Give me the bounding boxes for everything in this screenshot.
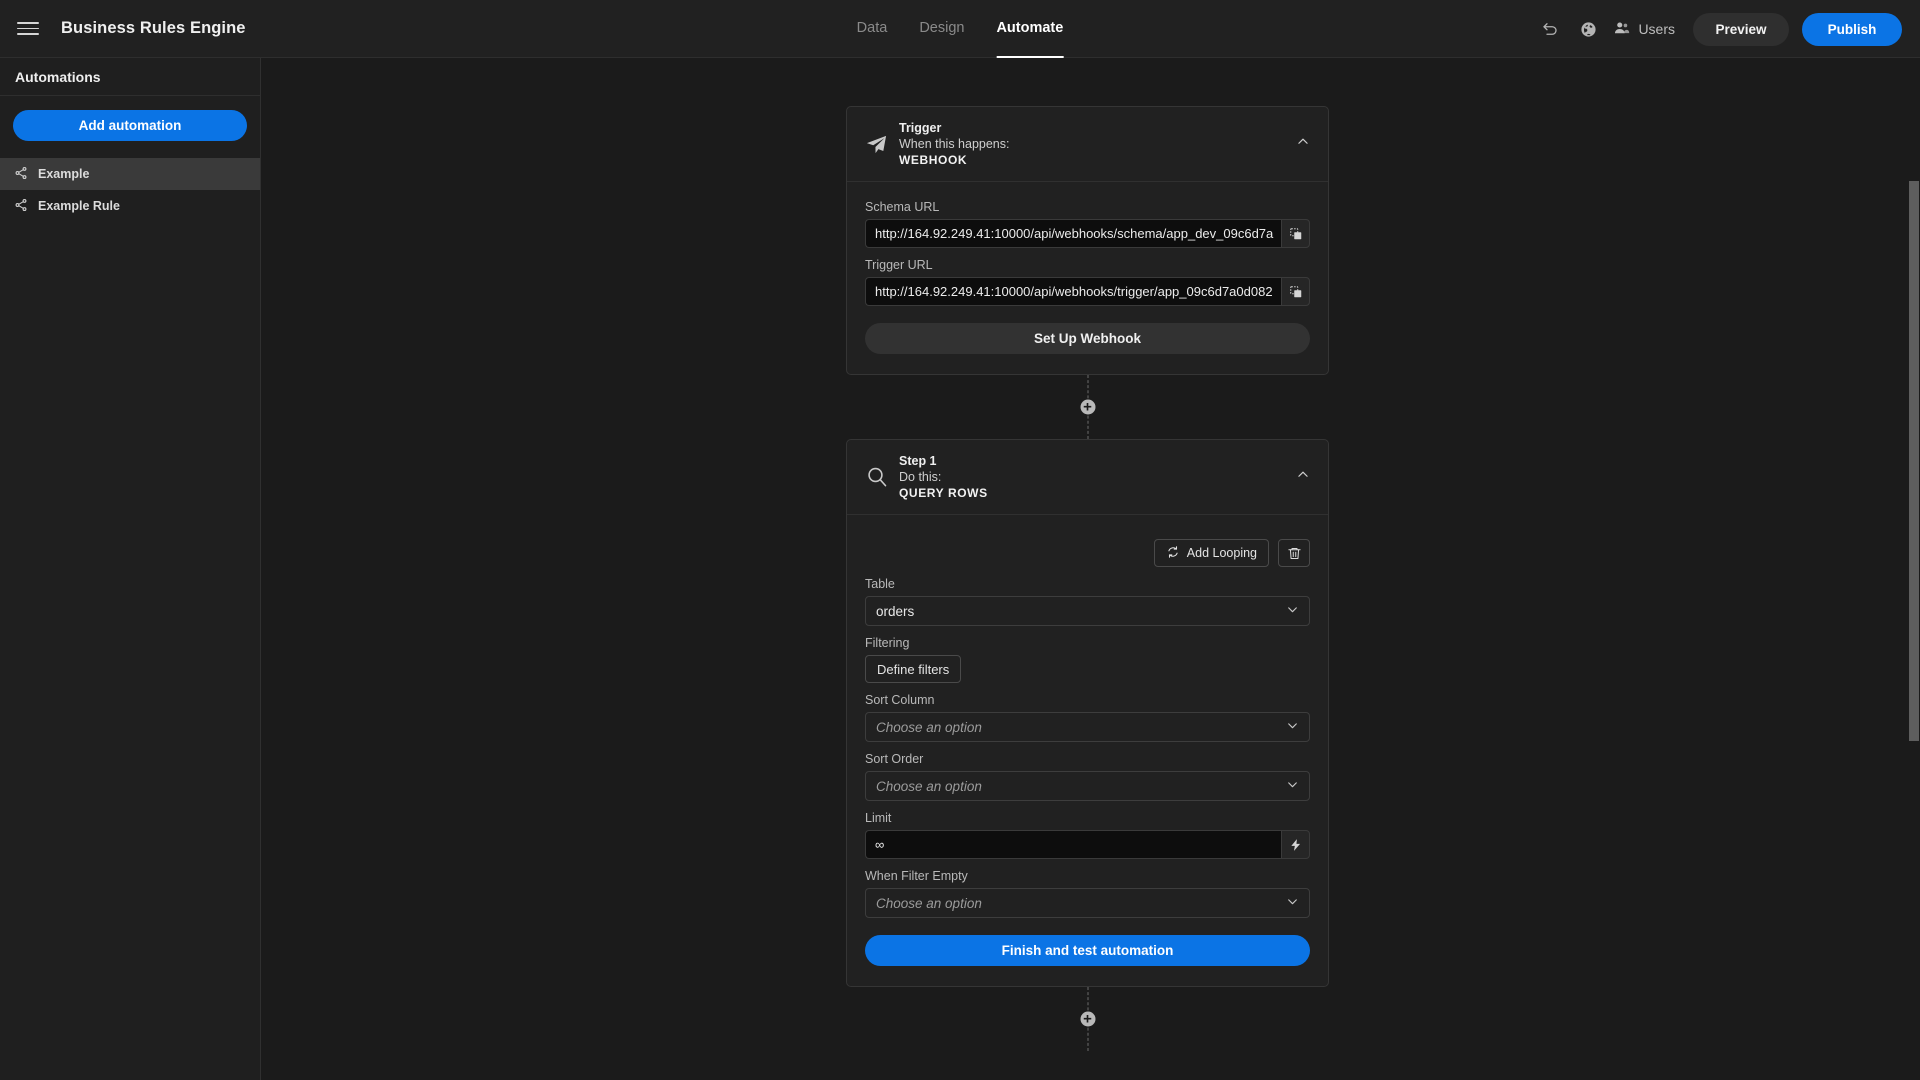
paper-plane-icon — [865, 133, 899, 156]
sort-column-label: Sort Column — [865, 693, 935, 707]
sort-order-label: Sort Order — [865, 752, 924, 766]
table-select-value: orders — [876, 603, 915, 619]
loop-icon — [1166, 545, 1180, 562]
step-1-subtitle: Do this: — [899, 470, 942, 484]
automation-list: Example Example Rule — [0, 158, 260, 222]
chevron-up-icon[interactable] — [1296, 468, 1310, 487]
trigger-type: WEBHOOK — [899, 153, 968, 167]
trigger-url-input[interactable]: http://164.92.249.41:10000/api/webhooks/… — [865, 277, 1281, 306]
automation-canvas: Trigger When this happens: WEBHOOK Schem… — [261, 58, 1920, 1080]
share-nodes-icon — [14, 166, 28, 183]
plus-circle-icon[interactable]: + — [1080, 1011, 1095, 1027]
tab-automate[interactable]: Automate — [996, 0, 1064, 58]
tab-data[interactable]: Data — [857, 0, 888, 58]
main-nav-tabs: Data Design Automate — [857, 0, 1064, 58]
limit-row: ∞ — [865, 830, 1310, 859]
trash-icon[interactable] — [1278, 539, 1310, 567]
canvas-scrollbar-thumb[interactable] — [1909, 181, 1919, 741]
limit-label: Limit — [865, 811, 892, 825]
chevron-down-icon — [1286, 719, 1299, 735]
copy-icon[interactable] — [1281, 219, 1310, 248]
schema-url-row: http://164.92.249.41:10000/api/webhooks/… — [865, 219, 1310, 248]
plus-circle-icon[interactable]: + — [1080, 399, 1095, 415]
sidebar-item-example-rule[interactable]: Example Rule — [0, 190, 260, 222]
chevron-down-icon — [1286, 895, 1299, 911]
when-filter-empty-label: When Filter Empty — [865, 869, 968, 883]
schema-url-label: Schema URL — [865, 200, 940, 214]
table-select[interactable]: orders — [865, 596, 1310, 626]
header-actions: Users Preview Publish — [1531, 0, 1902, 58]
finish-and-test-button[interactable]: Finish and test automation — [865, 935, 1310, 966]
automation-flow: Trigger When this happens: WEBHOOK Schem… — [846, 106, 1329, 1051]
trigger-card-body: Schema URL http://164.92.249.41:10000/ap… — [847, 182, 1328, 374]
table-label: Table — [865, 577, 895, 591]
copy-icon[interactable] — [1281, 277, 1310, 306]
share-nodes-icon — [14, 198, 28, 215]
trigger-url-row: http://164.92.249.41:10000/api/webhooks/… — [865, 277, 1310, 306]
when-filter-empty-select[interactable]: Choose an option — [865, 888, 1310, 918]
chevron-down-icon — [1286, 603, 1299, 619]
lightning-icon[interactable] — [1281, 830, 1310, 859]
add-looping-button[interactable]: Add Looping — [1153, 539, 1269, 567]
add-looping-label: Add Looping — [1186, 546, 1257, 560]
step-1-card-text: Step 1 Do this: QUERY ROWS — [899, 454, 988, 500]
tab-design[interactable]: Design — [919, 0, 964, 58]
sidebar-item-label: Example — [38, 167, 90, 181]
limit-input[interactable]: ∞ — [865, 830, 1281, 859]
users-icon — [1613, 19, 1631, 40]
users-label: Users — [1638, 21, 1675, 37]
step-1-title: Step 1 — [899, 454, 937, 468]
sidebar-heading: Automations — [0, 58, 260, 96]
trigger-card-header[interactable]: Trigger When this happens: WEBHOOK — [847, 107, 1328, 181]
sidebar-body: Add automation Example Example Rule — [0, 96, 260, 222]
trigger-url-label: Trigger URL — [865, 258, 933, 272]
step-1-toolbar: Add Looping — [865, 523, 1310, 567]
schema-url-input[interactable]: http://164.92.249.41:10000/api/webhooks/… — [865, 219, 1281, 248]
undo-icon[interactable] — [1531, 10, 1569, 48]
top-header-bar: Business Rules Engine Data Design Automa… — [0, 0, 1920, 58]
trigger-card-text: Trigger When this happens: WEBHOOK — [899, 121, 1010, 167]
chevron-down-icon — [1286, 778, 1299, 794]
flow-connector: + — [846, 375, 1329, 439]
sidebar-item-label: Example Rule — [38, 199, 120, 213]
trigger-title: Trigger — [899, 121, 942, 135]
trigger-subtitle: When this happens: — [899, 137, 1010, 151]
flow-connector-bottom: + — [846, 987, 1329, 1051]
preview-button[interactable]: Preview — [1693, 12, 1789, 46]
trigger-card: Trigger When this happens: WEBHOOK Schem… — [846, 106, 1329, 375]
publish-button[interactable]: Publish — [1802, 12, 1902, 46]
sort-column-select[interactable]: Choose an option — [865, 712, 1310, 742]
globe-icon[interactable] — [1569, 10, 1607, 48]
hamburger-icon[interactable] — [17, 18, 39, 40]
automations-sidebar: Automations Add automation Example Examp… — [0, 58, 261, 1080]
setup-webhook-button[interactable]: Set Up Webhook — [865, 323, 1310, 354]
users-button[interactable]: Users — [1607, 10, 1685, 48]
sidebar-item-example[interactable]: Example — [0, 158, 260, 190]
define-filters-button[interactable]: Define filters — [865, 655, 962, 683]
step-1-card-header[interactable]: Step 1 Do this: QUERY ROWS — [847, 440, 1328, 514]
when-filter-empty-select-value: Choose an option — [876, 895, 982, 911]
chevron-up-icon[interactable] — [1296, 135, 1310, 154]
app-title: Business Rules Engine — [61, 19, 246, 37]
filtering-label: Filtering — [865, 636, 910, 650]
step-1-card: Step 1 Do this: QUERY ROWS Add Looping T… — [846, 439, 1329, 987]
magnifier-icon — [865, 465, 899, 489]
sort-column-select-value: Choose an option — [876, 719, 982, 735]
step-1-type: QUERY ROWS — [899, 486, 988, 500]
sort-order-select[interactable]: Choose an option — [865, 771, 1310, 801]
add-automation-button[interactable]: Add automation — [13, 110, 247, 141]
step-1-card-body: Add Looping Table orders Filtering Defin… — [847, 515, 1328, 986]
canvas-scrollbar-track[interactable] — [1907, 58, 1920, 1080]
sort-order-select-value: Choose an option — [876, 778, 982, 794]
